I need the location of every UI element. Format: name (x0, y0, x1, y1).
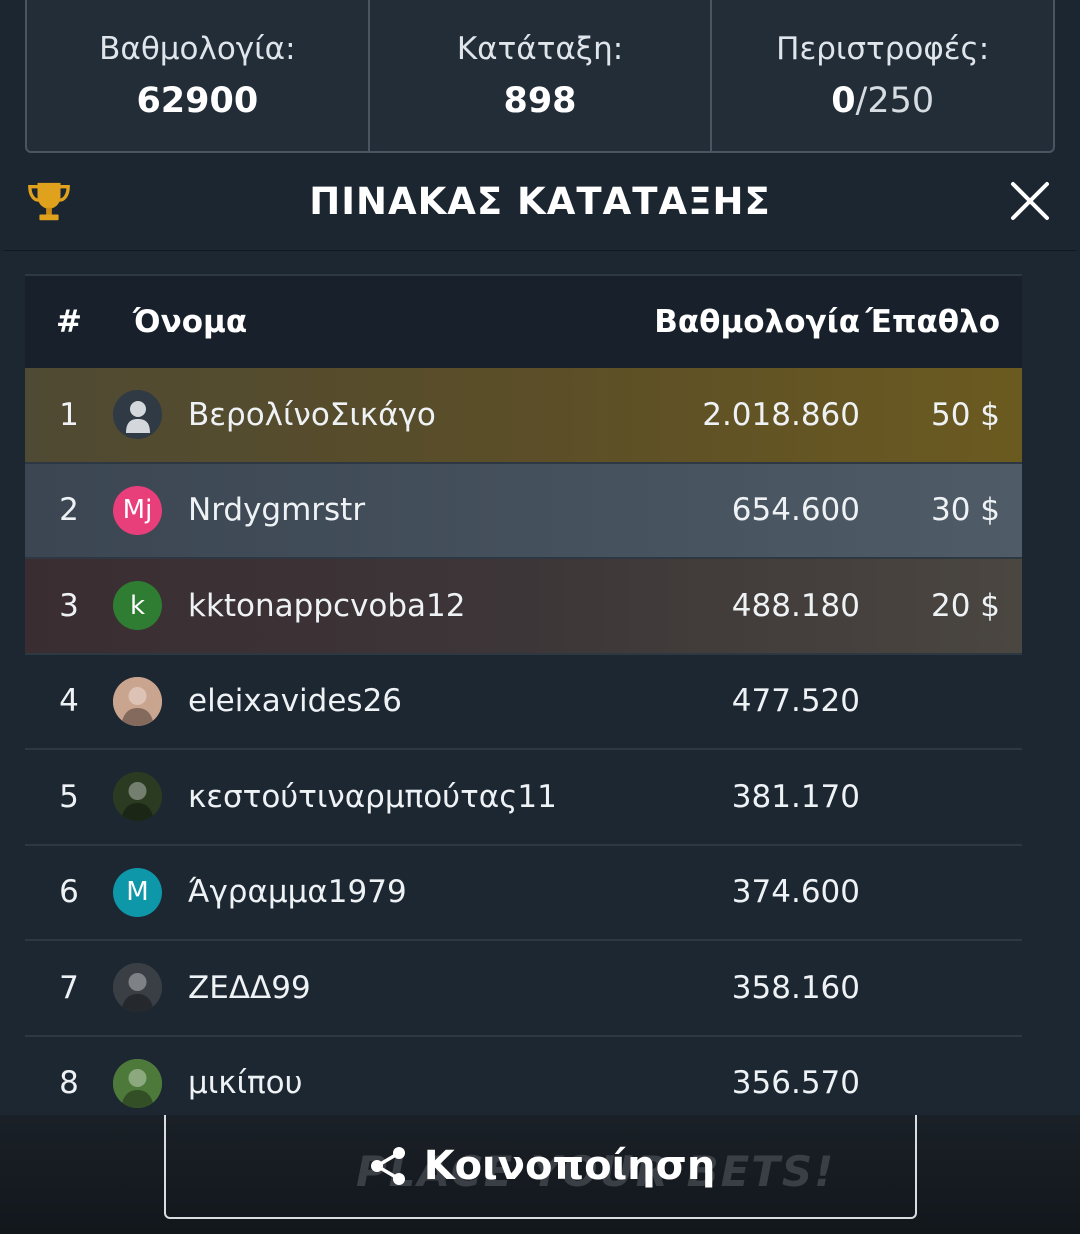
avatar: M (113, 867, 162, 917)
stats-bar: Βαθμολογία: 62900 Κατάταξη: 898 Περιστρο… (25, 0, 1055, 153)
share-label: Κοινοποίηση (423, 1143, 716, 1189)
table-row[interactable]: 2 Mj Nrdygmrstr 654.600 30 $ (25, 463, 1022, 559)
score-stat: Βαθμολογία: 62900 (27, 0, 370, 151)
avatar: k (113, 581, 162, 631)
avatar (113, 1058, 162, 1108)
row-name: ΒερολίνοΣικάγο (188, 396, 436, 433)
leaderboard-table[interactable]: # Όνομα Βαθμολογία Έπαθλο 1 ΒερολίνοΣικάγ… (0, 252, 1080, 1115)
row-score: 488.180 (731, 587, 860, 624)
col-score-header: Βαθμολογία (654, 304, 860, 340)
rank-label: Κατάταξη: (456, 30, 624, 67)
avatar (113, 390, 162, 440)
row-rank: 6 (59, 874, 79, 911)
row-name: μικίπου (188, 1065, 303, 1102)
user-photo-icon (113, 1058, 162, 1108)
row-player: M Άγραμμα1979 (111, 867, 604, 917)
col-rank-header: # (56, 304, 82, 340)
table-row[interactable]: 3 k kktonappcvoba12 488.180 20 $ (25, 559, 1022, 655)
row-prize: 30 $ (930, 492, 1000, 529)
row-score: 381.170 (731, 778, 860, 815)
row-rank: 1 (59, 396, 79, 433)
avatar (113, 676, 162, 726)
row-score: 374.600 (731, 874, 860, 911)
row-rank: 3 (59, 587, 79, 624)
table-row[interactable]: 7 ΖΕΔΔ99 358.160 (25, 941, 1022, 1037)
user-photo-icon (113, 772, 162, 822)
row-rank: 8 (59, 1065, 79, 1102)
row-name: kktonappcvoba12 (188, 587, 466, 624)
spins-total: /250 (855, 80, 935, 121)
score-label: Βαθμολογία: (99, 30, 296, 67)
row-name: Nrdygmrstr (188, 492, 366, 529)
row-player: eleixavides26 (111, 676, 604, 726)
share-icon (370, 1147, 405, 1185)
leaderboard-title: ΠΙΝΑΚΑΣ ΚΑΤΑΤΑΞΗΣ (309, 180, 771, 223)
user-photo-icon (113, 676, 162, 726)
table-row[interactable]: 8 μικίπου 356.570 (25, 1037, 1022, 1116)
rank-stat: Κατάταξη: 898 (370, 0, 713, 151)
spins-value: 0/250 (831, 81, 934, 121)
default-user-icon (125, 400, 150, 433)
row-prize: 50 $ (930, 396, 1000, 433)
row-player: Mj Nrdygmrstr (111, 485, 604, 535)
table-row[interactable]: 6 M Άγραμμα1979 374.600 (25, 846, 1022, 941)
close-icon[interactable] (1008, 179, 1052, 223)
user-photo-icon (113, 963, 162, 1013)
row-name: ΖΕΔΔ99 (188, 969, 311, 1006)
table-row[interactable]: 4 eleixavides26 477.520 (25, 655, 1022, 750)
table-row[interactable]: 5 κεστούτιναρμπούτας11 381.170 (25, 750, 1022, 846)
row-prize: 20 $ (930, 587, 1000, 624)
row-player: κεστούτιναρμπούτας11 (111, 772, 604, 822)
table-header: # Όνομα Βαθμολογία Έπαθλο (25, 274, 1022, 368)
row-score: 358.160 (731, 969, 860, 1006)
row-name: κεστούτιναρμπούτας11 (188, 778, 557, 815)
score-value: 62900 (136, 80, 259, 121)
row-name: Άγραμμα1979 (188, 874, 407, 911)
row-rank: 7 (59, 969, 79, 1006)
row-player: ΒερολίνοΣικάγο (111, 390, 604, 440)
spins-used: 0 (831, 80, 856, 121)
row-name: eleixavides26 (188, 683, 403, 720)
avatar (113, 772, 162, 822)
avatar (113, 963, 162, 1013)
spins-stat: Περιστροφές: 0/250 (712, 0, 1053, 151)
row-score: 477.520 (731, 683, 860, 720)
spins-label: Περιστροφές: (776, 30, 990, 67)
row-score: 2.018.860 (702, 396, 860, 433)
rank-value: 898 (503, 80, 577, 121)
avatar: Mj (113, 485, 162, 535)
col-prize-header: Έπαθλο (865, 304, 1000, 340)
row-rank: 5 (59, 778, 79, 815)
share-button[interactable]: Κοινοποίηση (164, 1115, 917, 1219)
row-player: μικίπου (111, 1058, 604, 1108)
row-player: ΖΕΔΔ99 (111, 963, 604, 1013)
row-score: 654.600 (731, 492, 860, 529)
row-rank: 2 (59, 492, 79, 529)
leaderboard-header: ΠΙΝΑΚΑΣ ΚΑΤΑΤΑΞΗΣ (4, 153, 1076, 251)
trophy-icon (28, 182, 70, 221)
row-score: 356.570 (731, 1065, 860, 1102)
row-rank: 4 (59, 683, 79, 720)
row-player: k kktonappcvoba12 (111, 581, 604, 631)
footer: PLACE YOUR BETS! Κοινοποίηση (0, 1115, 1080, 1234)
table-row[interactable]: 1 ΒερολίνοΣικάγο 2.018.860 50 $ (25, 368, 1022, 464)
col-name-header: Όνομα (133, 304, 248, 340)
